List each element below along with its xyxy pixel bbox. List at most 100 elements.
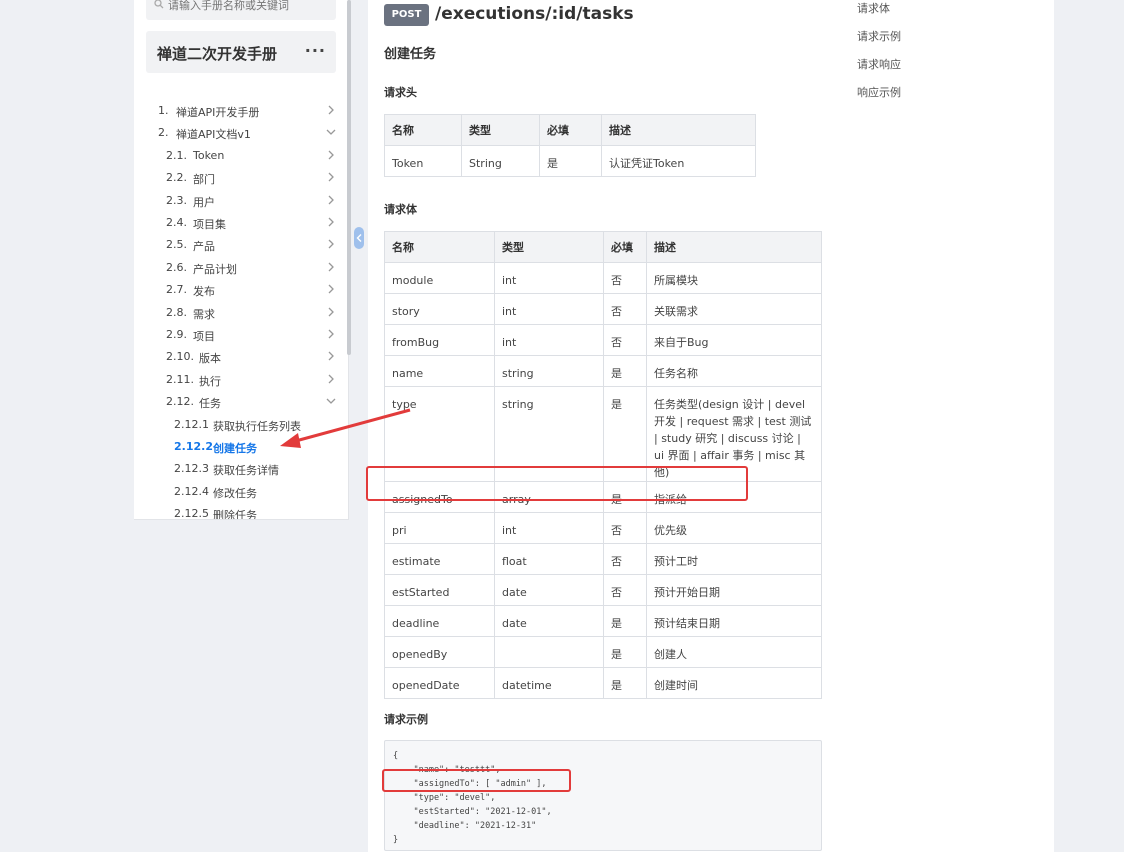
toc-item[interactable]: 2.1. Token xyxy=(134,145,348,167)
chevron-right-icon[interactable] xyxy=(326,262,336,272)
sidebar-scrollbar[interactable] xyxy=(347,0,351,355)
toc-item-number: 2.12.5 xyxy=(174,507,209,520)
toc-item-number: 2.2. xyxy=(166,171,187,185)
section-heading-example: 请求示例 xyxy=(384,713,428,726)
table-row: story int 否关联需求 xyxy=(384,293,822,325)
chevron-down-icon[interactable] xyxy=(326,127,336,137)
column-header: 名称 xyxy=(384,114,462,146)
toc-item[interactable]: 2.12.5 删除任务 xyxy=(134,503,348,520)
table-cell: 否 xyxy=(603,324,647,356)
table-row: pri int 否优先级 xyxy=(384,512,822,544)
toc-item-label: 产品 xyxy=(193,240,215,254)
table-cell: 否 xyxy=(603,293,647,325)
table-cell: 预计开始日期 xyxy=(646,574,822,606)
chevron-right-icon[interactable] xyxy=(326,239,336,249)
toc-item-number: 2.12.4 xyxy=(174,484,209,498)
chevron-right-icon[interactable] xyxy=(326,172,336,182)
toc-item[interactable]: 2.11. 执行 xyxy=(134,369,348,391)
toc-item-number: 2.7. xyxy=(166,283,187,297)
more-icon[interactable]: ··· xyxy=(305,41,326,60)
table-cell: date xyxy=(494,574,604,606)
toc-item[interactable]: 2.2. 部门 xyxy=(134,167,348,189)
chevron-right-icon[interactable] xyxy=(326,150,336,160)
table-row: openedBy 是创建人 xyxy=(384,636,822,668)
table-cell: 预计结束日期 xyxy=(646,605,822,637)
table-cell: int xyxy=(494,262,604,294)
toc-item-number: 2.12.1 xyxy=(174,417,209,431)
toc-item-label: 项目 xyxy=(193,330,215,343)
table-cell: pri xyxy=(384,512,495,544)
search-icon xyxy=(154,0,164,9)
toc-item-label: 发布 xyxy=(193,285,215,299)
search-input[interactable] xyxy=(168,0,328,20)
chevron-right-icon[interactable] xyxy=(326,284,336,294)
outline-link[interactable]: 请求示例 xyxy=(857,28,901,44)
toc-item[interactable]: 2.12.3 获取任务详情 xyxy=(134,458,348,480)
toc-item-label: Token xyxy=(193,148,225,162)
endpoint-path: /executions/:id/tasks xyxy=(435,4,634,24)
toc-item-label: 部门 xyxy=(193,173,215,187)
toc-item-number: 2.12.3 xyxy=(174,462,209,476)
table-cell: deadline xyxy=(384,605,495,637)
column-header: 必填 xyxy=(603,231,647,263)
main-content: POST /executions/:id/tasks 创建任务 请求头 名称 类… xyxy=(368,0,1054,852)
table-cell: fromBug xyxy=(384,324,495,356)
table-cell: date xyxy=(494,605,604,637)
column-header: 描述 xyxy=(646,231,822,263)
table-cell: 创建人 xyxy=(646,636,822,668)
toc-item-number: 2.5. xyxy=(166,238,187,252)
toc-item[interactable]: 2.4. 项目集 xyxy=(134,212,348,234)
toc-item[interactable]: 1. 禅道API开发手册 xyxy=(134,100,348,122)
toc-item[interactable]: 2. 禅道API文档v1 xyxy=(134,122,348,144)
chevron-right-icon[interactable] xyxy=(326,217,336,227)
table-row: Token String 是认证凭证Token xyxy=(384,145,756,177)
toc-item[interactable]: 2.12.4 修改任务 xyxy=(134,481,348,503)
chevron-right-icon[interactable] xyxy=(326,307,336,317)
toc-item[interactable]: 2.8. 需求 xyxy=(134,302,348,324)
table-cell: 所属模块 xyxy=(646,262,822,294)
column-header: 名称 xyxy=(384,231,495,263)
chevron-right-icon[interactable] xyxy=(326,195,336,205)
toc-item[interactable]: 2.7. 发布 xyxy=(134,279,348,301)
table-row: deadline date 是预计结束日期 xyxy=(384,605,822,637)
chevron-right-icon[interactable] xyxy=(326,329,336,339)
collapse-sidebar-button[interactable] xyxy=(354,227,364,249)
section-heading-headers: 请求头 xyxy=(384,86,417,99)
table-cell: int xyxy=(494,512,604,544)
toc-item-label: 删除任务 xyxy=(213,509,257,520)
chevron-right-icon[interactable] xyxy=(326,105,336,115)
outline-link[interactable]: 响应示例 xyxy=(857,84,901,100)
table-cell: 任务名称 xyxy=(646,355,822,387)
headers-table: 名称 类型 必填 描述 Token String 是认证凭证Token xyxy=(384,114,756,177)
toc-item-number: 2.10. xyxy=(166,350,194,364)
table-cell: 优先级 xyxy=(646,512,822,544)
column-header: 描述 xyxy=(601,114,756,146)
body-params-table: 名称 类型 必填 描述 module int 否所属模块 story int 否关联需求 f… xyxy=(384,231,822,699)
table-cell: Token xyxy=(384,145,462,177)
table-header-row: 名称 类型 必填 描述 xyxy=(384,114,756,146)
search-box[interactable] xyxy=(146,0,336,20)
table-cell: 是 xyxy=(603,636,647,668)
outline-link[interactable]: 请求体 xyxy=(857,0,890,16)
toc-item[interactable]: 2.5. 产品 xyxy=(134,234,348,256)
outline-link[interactable]: 请求响应 xyxy=(857,56,901,72)
toc-item-label: 禅道API文档v1 xyxy=(176,128,251,142)
table-row: name string 是任务名称 xyxy=(384,355,822,387)
toc-item[interactable]: 2.9. 项目 xyxy=(134,324,348,346)
table-row: fromBug int 否来自于Bug xyxy=(384,324,822,356)
toc-item-label: 禅道API开发手册 xyxy=(176,106,260,119)
table-cell xyxy=(494,636,604,668)
chevron-right-icon[interactable] xyxy=(326,351,336,361)
toc-item-label: 任务 xyxy=(199,397,221,411)
toc-item-number: 2.12.2 xyxy=(174,440,213,453)
section-heading-body: 请求体 xyxy=(384,203,417,216)
toc-item[interactable]: 2.6. 产品计划 xyxy=(134,257,348,279)
table-cell: 关联需求 xyxy=(646,293,822,325)
table-cell: story xyxy=(384,293,495,325)
chevron-right-icon[interactable] xyxy=(326,374,336,384)
toc-item-number: 2.8. xyxy=(166,305,187,319)
toc-item-label: 创建任务 xyxy=(213,442,257,455)
table-row: module int 否所属模块 xyxy=(384,262,822,294)
toc-item[interactable]: 2.10. 版本 xyxy=(134,346,348,368)
toc-item[interactable]: 2.3. 用户 xyxy=(134,190,348,212)
